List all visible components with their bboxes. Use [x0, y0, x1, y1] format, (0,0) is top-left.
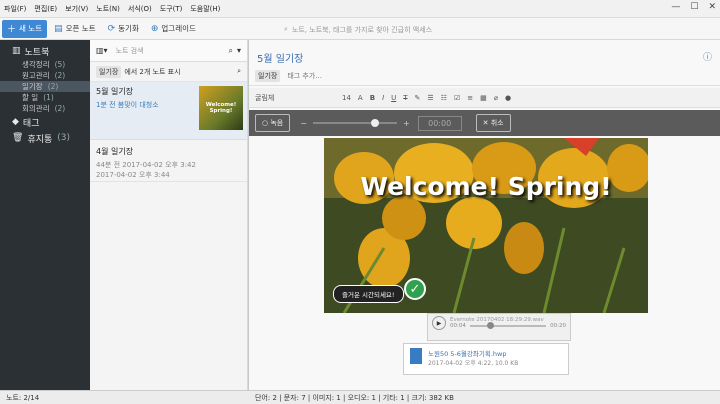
minimize-icon[interactable]: —	[671, 2, 680, 12]
audio-progress-bar[interactable]	[469, 322, 547, 329]
font-select[interactable]: 굴림체	[255, 93, 335, 103]
sidebar-item[interactable]: 원고관리 (2)	[0, 70, 90, 81]
align-icon[interactable]: ≡	[467, 94, 473, 102]
filter-icon[interactable]: ⌕	[237, 67, 241, 76]
sidebar-item[interactable]: 생각정리 (5)	[0, 59, 90, 70]
note-list-filter: 일기장 에서 2개 노트 표시 ⌕	[90, 62, 247, 82]
menu-bar: 파일(F) 편집(E) 보기(V) 노트(N) 서식(O) 도구(T) 도움말(…	[0, 0, 720, 18]
menu-tools[interactable]: 도구(T)	[160, 4, 183, 14]
attach-icon[interactable]: ⌀	[494, 94, 498, 102]
global-search[interactable]: ⌕ 노트, 노트북, 태그를 가지로 찾아 긴급히 액세스	[284, 23, 584, 36]
sync-button[interactable]: ⟳ 동기화	[103, 20, 144, 38]
chevron-down-icon[interactable]: ▾	[237, 46, 241, 55]
menu-format[interactable]: 서식(O)	[128, 4, 152, 14]
bullet-list-icon[interactable]: ☰	[427, 94, 433, 102]
tag-input[interactable]: 태그 추가...	[287, 71, 322, 81]
note-list: ▥▾ 노트 검색 ⌕ ▾ 일기장 에서 2개 노트 표시 ⌕ 5월 일기장 1분…	[90, 40, 248, 390]
image-caption-text: Welcome! Spring!	[360, 172, 612, 201]
maximize-icon[interactable]: ☐	[690, 2, 698, 12]
volume-slider[interactable]	[312, 119, 397, 127]
window-controls: — ☐ ✕	[671, 2, 716, 12]
table-icon[interactable]: ▦	[480, 94, 487, 102]
list-item-selected[interactable]: 5월 일기장 1분 전 봄맞이 대청소 Welcome! Spring!	[90, 82, 247, 140]
record-button[interactable]: ○ 녹음	[255, 114, 291, 132]
close-icon: ✕	[482, 119, 491, 127]
plus-icon: ＋	[7, 25, 17, 35]
check-icon: ✓	[404, 278, 426, 300]
upgrade-icon: ⊕	[150, 23, 159, 34]
sidebar-tags[interactable]: ◆ 태그	[0, 114, 90, 130]
tag-bar: 일기장 태그 추가...	[249, 66, 720, 86]
audio-recorder-bar: ○ 녹음 − + 00:00 ✕ 취소	[249, 110, 720, 136]
notebook-filter[interactable]: 일기장	[96, 65, 122, 78]
note-icon: ▤	[54, 23, 63, 34]
open-note-button[interactable]: ▤ 오픈 노트	[49, 20, 101, 38]
search-icon: ⌕	[284, 25, 288, 33]
italic-icon[interactable]: I	[382, 94, 384, 102]
highlight-icon[interactable]: ✎	[415, 94, 421, 102]
note-stats: 단어: 2 | 문자: 7 | 이미지: 1 | 오디오: 1 | 기타: 1 …	[255, 393, 454, 402]
sidebar: ▥ 노트북 생각정리 (5) 원고관리 (2) 일기장 (2) 할 일 (1) 회의관리(…	[0, 40, 90, 390]
format-toolbar: 굴림체 14 A B I U T ✎ ☰ ☷ ☑ ≡ ▦ ⌀ ●	[249, 88, 720, 108]
volume-plus: +	[402, 118, 410, 128]
view-toggle-icon[interactable]: ▥▾	[96, 46, 108, 55]
sync-icon: ⟳	[107, 23, 116, 34]
upgrade-button[interactable]: ⊕ 업그레이드	[146, 20, 201, 38]
file-icon	[410, 348, 422, 364]
audio-start-time: 00:04	[450, 323, 466, 329]
close-icon[interactable]: ✕	[708, 2, 716, 12]
note-title-field[interactable]: 5월 일기장	[257, 50, 303, 65]
list-item[interactable]: 4월 일기장 44분 전 2017-04-02 오후 3:42 2017-04-…	[90, 140, 247, 182]
checkbox-icon[interactable]: ☑	[454, 94, 460, 102]
tag-icon: ◆	[12, 117, 19, 127]
speech-bubble: 즐거운 시간되세요!	[333, 285, 404, 303]
cancel-button[interactable]: ✕ 취소	[475, 114, 511, 132]
menu-edit[interactable]: 편집(E)	[34, 4, 57, 14]
file-attachment[interactable]: 노원50 5-6월강좌기획.hwp 2017-04-02 오후 4:22, 10…	[403, 343, 569, 375]
note-thumbnail: Welcome! Spring!	[199, 86, 243, 130]
play-icon[interactable]: ▶	[432, 316, 446, 330]
note-snippet: 44분 전 2017-04-02 오후 3:42 2017-04-02 오후 3…	[96, 161, 196, 179]
audio-end-time: 00:20	[550, 323, 566, 329]
new-note-button[interactable]: ＋ 새 노트	[2, 19, 48, 38]
attachment-meta: 2017-04-02 오후 4:22, 10.0 KB	[428, 360, 519, 367]
font-size-select[interactable]: 14	[342, 94, 351, 102]
note-list-header: ▥▾ 노트 검색 ⌕ ▾	[90, 40, 247, 62]
note-editor: 5월 일기장 ⓘ 일기장 태그 추가... 굴림체 14 A B I U T ✎…	[249, 40, 720, 390]
record-icon[interactable]: ●	[505, 94, 511, 102]
menu-view[interactable]: 보기(V)	[65, 4, 88, 14]
menu-note[interactable]: 노트(N)	[96, 4, 120, 14]
audio-player[interactable]: ▶ Evernote 20170402 18:29:29.wav 00:04 0…	[427, 313, 571, 341]
menu-file[interactable]: 파일(F)	[4, 4, 26, 14]
global-search-placeholder: 노트, 노트북, 태그를 가지로 찾아 긴급히 액세스	[291, 25, 433, 34]
trash-icon: 🗑	[12, 133, 24, 143]
sidebar-notebooks[interactable]: ▥ 노트북	[0, 43, 90, 59]
volume-minus: −	[300, 118, 307, 128]
sidebar-trash[interactable]: 🗑 휴지통 (3)	[0, 130, 90, 146]
note-count-text: 에서 2개 노트 표시	[124, 67, 181, 76]
status-bar: 노트: 2/14 단어: 2 | 문자: 7 | 이미지: 1 | 오디오: 1…	[0, 390, 720, 404]
font-color-icon[interactable]: A	[358, 94, 363, 102]
notebook-icon: ▥	[12, 46, 21, 56]
attachment-name: 노원50 5-6월강좌기획.hwp	[428, 350, 507, 358]
menu-help[interactable]: 도움말(H)	[190, 4, 220, 14]
strikethrough-icon[interactable]: T	[403, 94, 407, 102]
numbered-list-icon[interactable]: ☷	[441, 94, 447, 102]
notebook-selector[interactable]: 일기장	[255, 69, 281, 82]
note-search-input[interactable]: 노트 검색	[116, 46, 229, 56]
record-timer: 00:00	[417, 115, 462, 131]
sidebar-item-selected[interactable]: 일기장 (2)	[0, 81, 90, 92]
note-count-status: 노트: 2/14	[6, 393, 40, 402]
search-icon[interactable]: ⌕	[229, 46, 233, 56]
underline-icon[interactable]: U	[391, 94, 396, 102]
sidebar-item[interactable]: 할 일 (1)	[0, 92, 90, 103]
slider-knob[interactable]	[370, 119, 379, 127]
sidebar-item[interactable]: 회의관리 (2)	[0, 103, 90, 114]
note-title: 4월 일기장	[96, 147, 134, 156]
audio-progress-knob[interactable]	[486, 322, 494, 329]
info-icon[interactable]: ⓘ	[703, 50, 712, 63]
bold-icon[interactable]: B	[370, 94, 375, 102]
note-image[interactable]: Welcome! Spring! 즐거운 시간되세요! ✓	[324, 138, 648, 313]
